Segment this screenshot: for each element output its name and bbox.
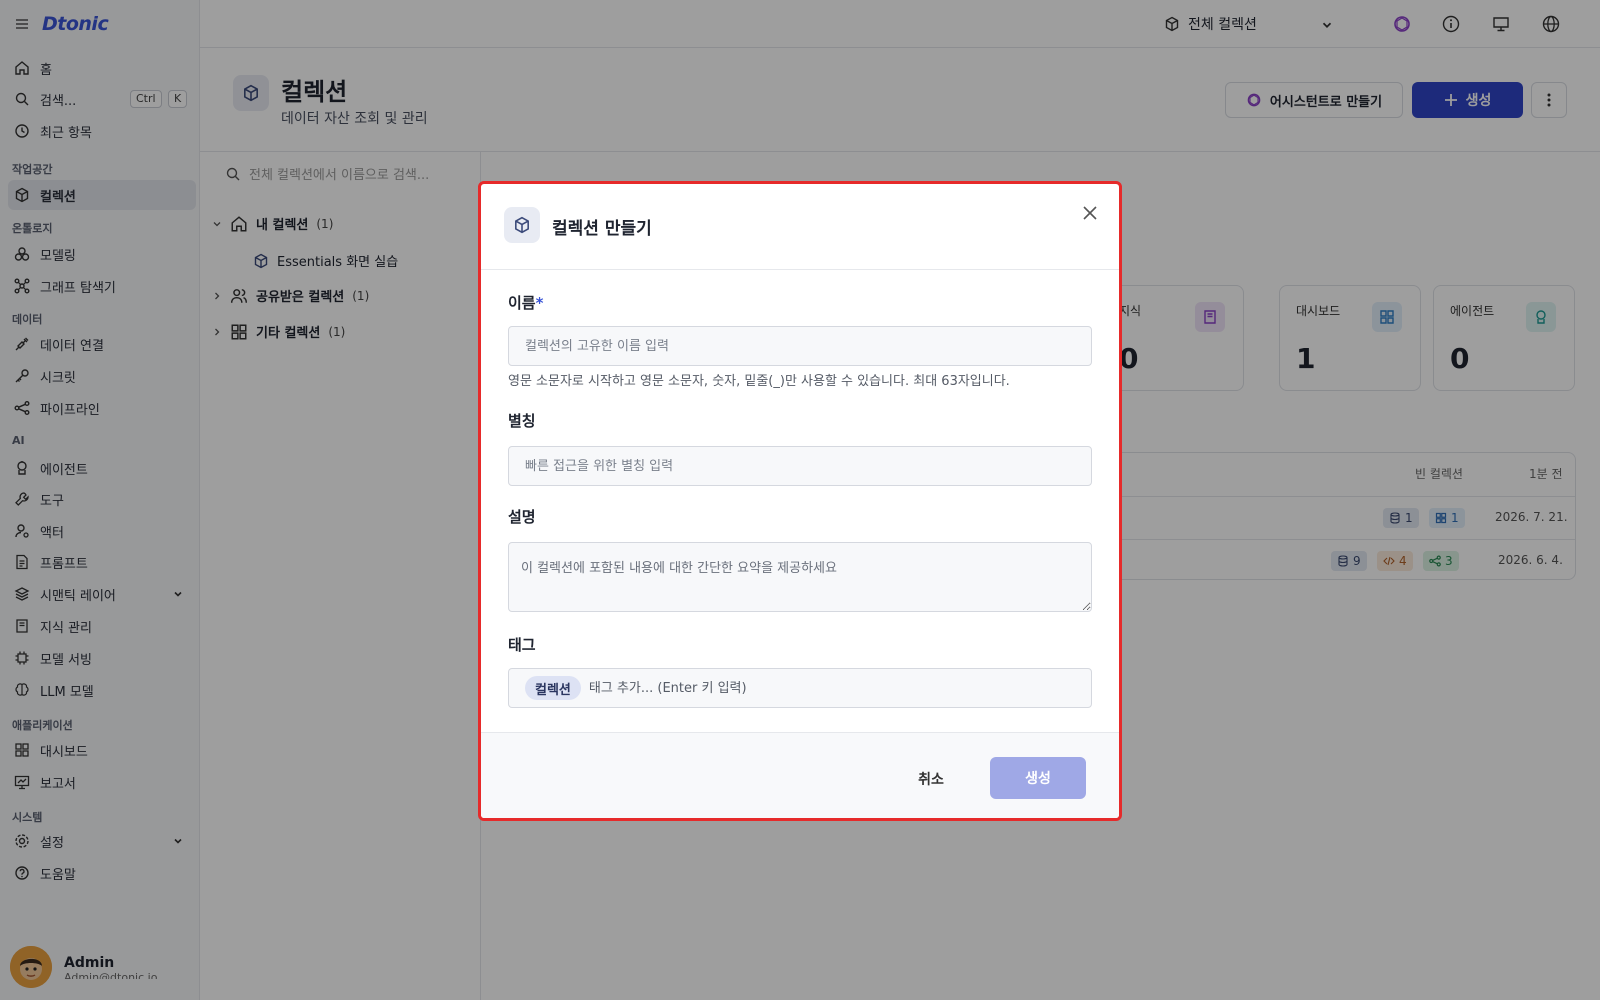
dialog-title: 컬렉션 만들기	[552, 219, 652, 239]
name-label-text: 이름	[508, 294, 536, 312]
cube-icon	[515, 216, 529, 234]
required-marker: *	[535, 294, 544, 312]
dialog-footer: 취소 생성	[481, 732, 1119, 818]
tag-chip[interactable]: 컬렉션	[525, 676, 581, 700]
create-collection-dialog: 컬렉션 만들기 이름* 영문 소문자로 시작하고 영문 소문자, 숫자, 밑줄(…	[478, 181, 1122, 821]
description-label: 설명	[508, 508, 536, 526]
close-icon[interactable]	[1079, 202, 1101, 224]
alias-label: 별칭	[508, 412, 536, 430]
alias-input[interactable]	[508, 446, 1092, 486]
dialog-icon	[504, 207, 540, 243]
cancel-button[interactable]: 취소	[893, 759, 969, 799]
dialog-header: 컬렉션 만들기	[481, 184, 1119, 270]
tag-label: 태그	[508, 636, 536, 654]
submit-create-button[interactable]: 생성	[990, 757, 1086, 799]
name-help-text: 영문 소문자로 시작하고 영문 소문자, 숫자, 밑줄(_)만 사용할 수 있습…	[508, 374, 1010, 389]
tag-input[interactable]	[588, 680, 889, 696]
tag-field[interactable]: 컬렉션	[508, 668, 1092, 708]
name-input[interactable]	[508, 326, 1092, 366]
description-textarea[interactable]	[508, 542, 1092, 612]
name-label: 이름*	[508, 292, 543, 313]
